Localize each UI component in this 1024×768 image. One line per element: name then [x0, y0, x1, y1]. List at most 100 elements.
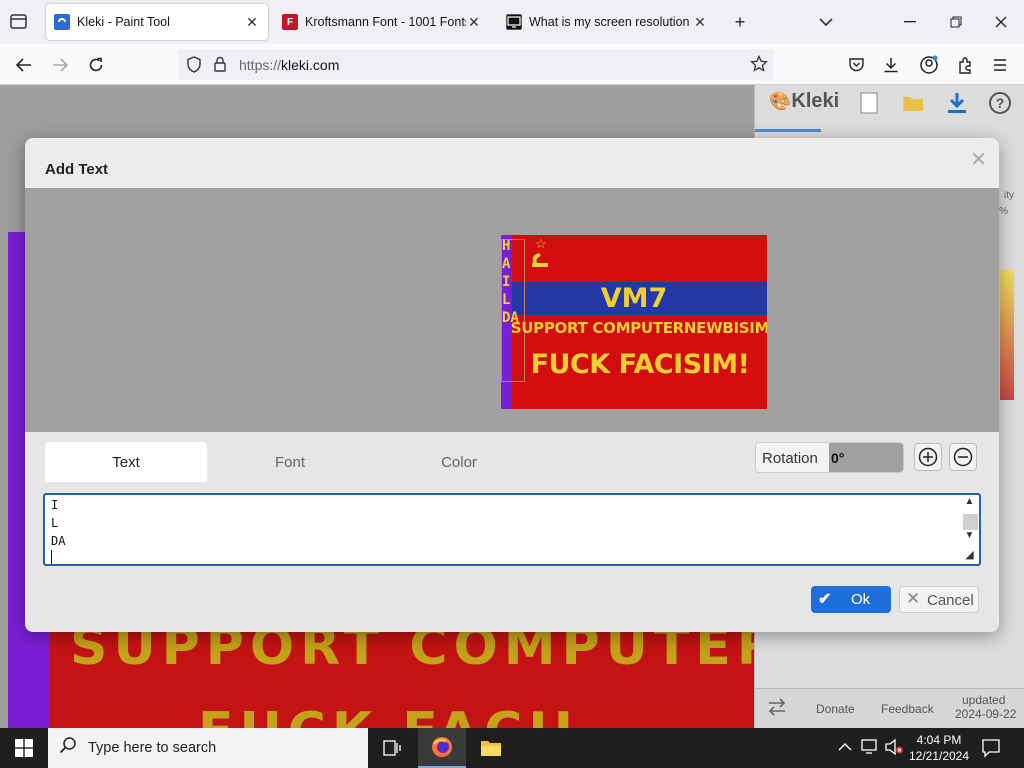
taskbar-search-box[interactable]: Type here to search	[48, 728, 368, 768]
browser-nav-bar: https://kleki.com	[0, 44, 1024, 85]
close-window-icon[interactable]	[989, 10, 1013, 34]
volume-muted-icon[interactable]	[884, 738, 904, 759]
editor-line	[51, 550, 939, 564]
editor-line: I	[51, 498, 59, 512]
clock[interactable]: 4:04 PM 12/21/2024	[904, 732, 974, 764]
windows-taskbar: Type here to search 4:04 PM 12/21/2024	[0, 728, 1024, 768]
vertical-text-char: H	[502, 238, 511, 254]
close-tab-icon[interactable]: ✕	[692, 14, 708, 31]
url-text: https://kleki.com	[239, 57, 339, 73]
fonts-1001-favicon-icon: F	[282, 14, 298, 30]
tab-screen-resolution[interactable]: What is my screen resolution - ( ✕	[498, 4, 716, 40]
screen-res-favicon-icon	[506, 14, 522, 30]
help-icon[interactable]: ?	[988, 91, 1012, 115]
donate-link[interactable]: Donate	[816, 702, 855, 716]
shield-icon[interactable]	[186, 56, 202, 76]
text-cursor	[51, 550, 52, 564]
resize-grip-icon[interactable]: ◢	[961, 548, 978, 561]
forward-icon[interactable]	[47, 52, 73, 78]
open-folder-icon[interactable]	[901, 91, 925, 115]
dialog-tabs: Text Font Color	[45, 442, 545, 482]
svg-text:?: ?	[996, 95, 1005, 111]
scroll-down-icon[interactable]: ▼	[961, 530, 978, 541]
lock-icon[interactable]	[213, 56, 227, 75]
back-icon[interactable]	[11, 52, 37, 78]
kleki-logo: 🎨Kleki	[769, 90, 840, 112]
zoom-out-icon[interactable]	[949, 443, 977, 471]
clock-time: 4:04 PM	[916, 733, 962, 747]
kleki-brand-text: Kleki	[791, 90, 840, 112]
ok-label: Ok	[851, 591, 871, 608]
sidebar-footer: Donate Feedback updated 2024-09-22	[755, 688, 1024, 728]
ok-button[interactable]: ✔ Ok	[811, 586, 891, 613]
tab-font[interactable]: Font	[207, 442, 373, 482]
cancel-button[interactable]: ✕ Cancel	[899, 586, 979, 613]
preview-line-3: FUCK FACISIM!	[530, 349, 750, 380]
hammer-sickle-icon	[529, 249, 551, 277]
canvas-text-line-2: FUCK FACII	[198, 702, 579, 728]
close-icon[interactable]: ✕	[970, 147, 987, 172]
preview-image: H A I L DA ☆ VM7 SUPPORT COMPUTERNEWBISI…	[501, 235, 767, 409]
restore-icon[interactable]	[944, 10, 968, 34]
search-icon	[59, 736, 77, 759]
sidebar-partial-label: ity	[1004, 190, 1014, 201]
kleki-favicon-icon	[54, 14, 70, 30]
tab-text[interactable]: Text	[45, 442, 207, 482]
browser-tab-bar: Kleki - Paint Tool ✕ F Kroftsmann Font -…	[0, 0, 1024, 44]
pocket-icon[interactable]	[843, 52, 869, 78]
tab-list-icon[interactable]	[8, 12, 30, 32]
scrollbar-thumb[interactable]	[963, 514, 978, 530]
rotation-label: Rotation	[762, 450, 818, 467]
tab-kleki[interactable]: Kleki - Paint Tool ✕	[46, 4, 268, 40]
text-editor[interactable]: I L DA	[45, 495, 945, 564]
sidebar-partial-percent: %	[999, 206, 1008, 217]
textarea-scrollbar[interactable]: ▲ ▼ ◢	[961, 496, 978, 563]
save-download-icon[interactable]	[945, 91, 969, 115]
reload-icon[interactable]	[83, 52, 109, 78]
clock-date: 12/21/2024	[908, 749, 970, 763]
tab-title: Kroftsmann Font - 1001 Fonts	[305, 15, 466, 29]
tab-color[interactable]: Color	[373, 442, 545, 482]
task-view-icon[interactable]	[368, 728, 416, 768]
rotation-value[interactable]: 0°	[829, 443, 903, 472]
color-slider[interactable]	[1000, 270, 1014, 400]
chevron-down-icon[interactable]	[814, 10, 838, 34]
active-tab-indicator	[755, 129, 821, 132]
tab-kroftsmann-font[interactable]: F Kroftsmann Font - 1001 Fonts ✕	[274, 4, 490, 40]
new-image-icon[interactable]	[857, 91, 881, 115]
rotation-field[interactable]: Rotation 0°	[755, 442, 904, 473]
menu-icon[interactable]	[987, 52, 1013, 78]
downloads-icon[interactable]	[878, 52, 904, 78]
close-tab-icon[interactable]: ✕	[466, 14, 482, 31]
start-button[interactable]	[0, 728, 48, 768]
vertical-text-char: A	[502, 256, 511, 272]
dialog-header: Add Text ✕	[25, 138, 999, 188]
updated-label: updated	[962, 693, 1006, 707]
extensions-icon[interactable]	[952, 52, 978, 78]
minimize-icon[interactable]	[898, 10, 922, 34]
chevron-up-icon[interactable]	[838, 739, 852, 754]
swap-icon[interactable]	[767, 698, 787, 719]
network-icon[interactable]	[860, 738, 880, 759]
text-input-area[interactable]: I L DA ▲ ▼ ◢	[43, 493, 981, 566]
editor-line: DA	[51, 534, 66, 548]
feedback-link[interactable]: Feedback	[881, 702, 934, 716]
bookmark-star-icon[interactable]	[750, 54, 768, 76]
tab-title: Kleki - Paint Tool	[77, 15, 170, 29]
url-protocol: https://	[239, 57, 282, 73]
search-placeholder: Type here to search	[88, 740, 217, 756]
notifications-icon[interactable]	[981, 738, 1001, 761]
preview-line-1: VM7	[600, 283, 668, 314]
close-tab-icon[interactable]: ✕	[244, 14, 260, 31]
zoom-in-icon[interactable]	[914, 443, 942, 471]
file-explorer-icon[interactable]	[467, 728, 515, 768]
text-preview-area: H A I L DA ☆ VM7 SUPPORT COMPUTERNEWBISI…	[25, 188, 999, 432]
new-tab-icon[interactable]: +	[728, 10, 752, 34]
scroll-up-icon[interactable]: ▲	[961, 496, 978, 507]
windows-logo-icon	[15, 739, 33, 757]
tab-title: What is my screen resolution - (	[529, 15, 692, 29]
updated-date: 2024-09-22	[955, 707, 1017, 721]
url-bar[interactable]: https://kleki.com	[178, 49, 774, 80]
firefox-taskbar-icon[interactable]	[418, 728, 466, 768]
account-icon[interactable]	[916, 52, 942, 78]
